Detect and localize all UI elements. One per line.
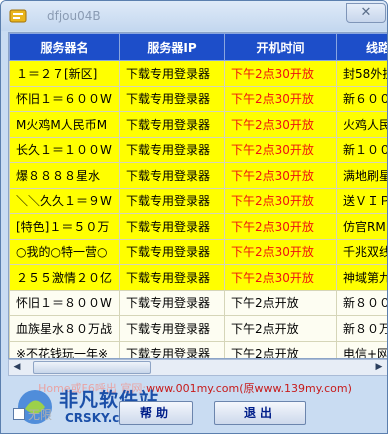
server-line-cell: 新８００ <box>336 289 387 316</box>
table-row[interactable]: ○我的○特一营○ 下载专用登录器 下午2点30开放 千兆双线 <box>9 238 387 265</box>
server-ip-cell: 下载专用登录器 <box>119 289 225 316</box>
server-line-cell: 千兆双线 <box>336 238 387 265</box>
open-time-cell: 下午2点30开放 <box>224 187 337 214</box>
server-ip-cell: 下载专用登录器 <box>119 340 225 358</box>
server-rows: １＝２７[新区]下载专用登录器下午2点30开放封58外挂怀旧１＝６００W下载专用… <box>9 60 387 358</box>
server-ip-cell: 下载专用登录器 <box>119 136 225 163</box>
open-time-cell: 下午2点30开放 <box>224 85 337 112</box>
server-line-cell: 新６００ <box>336 85 387 112</box>
open-time-cell: 下午2点开放 <box>224 289 337 316</box>
open-time-cell: 下午2点30开放 <box>224 136 337 163</box>
scroll-right-icon[interactable]: ▶ <box>371 360 387 375</box>
table-header-row: 服务器名 服务器IP 开机时间 线路 <box>9 33 387 61</box>
open-time-cell: 下午2点开放 <box>224 315 337 342</box>
server-name-cell: ＼＼久久１＝９W <box>9 187 120 214</box>
server-name-cell: ○我的○特一营○ <box>9 238 120 265</box>
server-name-cell: 怀旧１＝６００W <box>9 85 120 112</box>
table-row[interactable]: ＼＼久久１＝９W 下载专用登录器 下午2点30开放 送ＶＩＰ <box>9 187 387 214</box>
scrollbar-thumb[interactable] <box>33 361 151 374</box>
server-ip-cell: 下载专用登录器 <box>119 238 225 265</box>
server-name-cell: 血族星水８０万战 <box>9 315 120 342</box>
server-line-cell: 神域第九 <box>336 264 387 291</box>
close-button[interactable]: ✕ <box>346 3 386 23</box>
homepage-alt[interactable]: (原www.139my.com) <box>239 382 352 395</box>
column-header-name[interactable]: 服务器名 <box>9 33 120 61</box>
server-name-cell: M火鸡M人民币M <box>9 111 120 138</box>
server-table: 服务器名 服务器IP 开机时间 线路 １＝２７[新区] 下载专用登录器 下午2点30… <box>9 33 387 358</box>
server-line-cell: 仿官RM <box>336 213 387 240</box>
server-ip-cell: 下载专用登录器 <box>119 60 225 87</box>
table-row[interactable]: 爆８８８８星水 下载专用登录器 下午2点30开放 满地刷星 <box>9 162 387 189</box>
open-time-cell: 下午2点30开放 <box>224 162 337 189</box>
server-line-cell: 火鸡人民 <box>336 111 387 138</box>
open-time-cell: 下午2点开放 <box>224 340 337 358</box>
table-row[interactable]: 怀旧１＝６００W 下载专用登录器 下午2点30开放 新６００ <box>9 85 387 112</box>
server-ip-cell: 下载专用登录器 <box>119 315 225 342</box>
server-ip-cell: 下载专用登录器 <box>119 162 225 189</box>
table-row[interactable]: [特色]１＝５０万 下载专用登录器 下午2点30开放 仿官RM <box>9 213 387 240</box>
column-header-time[interactable]: 开机时间 <box>224 33 337 61</box>
app-window: dfjou04B ✕ 服务器名 服务器IP 开机时间 线路 １＝２７[新区] 下载… <box>0 0 388 434</box>
table-row[interactable]: １＝２７[新区]下载专用登录器下午2点30开放封58外挂 <box>9 60 387 87</box>
help-button[interactable]: 帮助 <box>119 401 193 425</box>
open-time-cell: 下午2点30开放 <box>224 213 337 240</box>
server-name-cell: 长久１＝１００W <box>9 136 120 163</box>
horizontal-scrollbar[interactable]: ◀ ▶ <box>8 359 387 376</box>
table-row[interactable]: M火鸡M人民币M 下载专用登录器 下午2点30开放 火鸡人民 <box>9 111 387 138</box>
table-row[interactable]: 血族星水８０万战 下载专用登录器 下午2点开放 新８０万 <box>9 315 387 342</box>
server-ip-cell: 下载专用登录器 <box>119 85 225 112</box>
server-line-cell: 新１００ <box>336 136 387 163</box>
table-row[interactable]: ※不花钱玩一年※下载专用登录器下午2点开放电信+网通 <box>9 340 387 358</box>
server-line-cell: 电信+网通 <box>336 340 387 358</box>
unlimited-checkbox-label: 无限 <box>28 408 53 422</box>
server-line-cell: 封58外挂 <box>336 60 387 87</box>
column-header-ip[interactable]: 服务器IP <box>119 33 225 61</box>
app-icon <box>9 9 27 23</box>
table-row[interactable]: 长久１＝１００W 下载专用登录器 下午2点30开放 新１００ <box>9 136 387 163</box>
server-name-cell: [特色]１＝５０万 <box>9 213 120 240</box>
window-title: dfjou04B <box>47 9 101 23</box>
open-time-cell: 下午2点30开放 <box>224 264 337 291</box>
title-bar[interactable]: dfjou04B ✕ <box>1 1 387 31</box>
server-name-cell: 爆８８８８星水 <box>9 162 120 189</box>
open-time-cell: 下午2点30开放 <box>224 238 337 265</box>
server-ip-cell: 下载专用登录器 <box>119 213 225 240</box>
exit-button[interactable]: 退出 <box>214 401 306 425</box>
column-header-line[interactable]: 线路 <box>336 33 387 61</box>
open-time-cell: 下午2点30开放 <box>224 111 337 138</box>
open-time-cell: 下午2点30开放 <box>224 60 337 87</box>
table-row[interactable]: ２５５激情２０亿 下载专用登录器 下午2点30开放 神域第九 <box>9 264 387 291</box>
server-ip-cell: 下载专用登录器 <box>119 187 225 214</box>
close-icon: ✕ <box>360 5 372 20</box>
server-line-cell: 送ＶＩＰ <box>336 187 387 214</box>
table-row[interactable]: 怀旧１＝８００W 下载专用登录器 下午2点开放 新８００ <box>9 289 387 316</box>
server-line-cell: 新８０万 <box>336 315 387 342</box>
server-name-cell: １＝２７[新区] <box>9 60 120 87</box>
server-list-grid[interactable]: 服务器名 服务器IP 开机时间 线路 １＝２７[新区] 下载专用登录器 下午2点30… <box>8 32 387 359</box>
server-ip-cell: 下载专用登录器 <box>119 264 225 291</box>
unlimited-checkbox[interactable] <box>13 408 25 420</box>
server-name-cell: ※不花钱玩一年※ <box>9 340 120 358</box>
server-name-cell: ２５５激情２０亿 <box>9 264 120 291</box>
scroll-left-icon[interactable]: ◀ <box>9 360 25 375</box>
server-name-cell: 怀旧１＝８００W <box>9 289 120 316</box>
server-line-cell: 满地刷星 <box>336 162 387 189</box>
server-ip-cell: 下载专用登录器 <box>119 111 225 138</box>
